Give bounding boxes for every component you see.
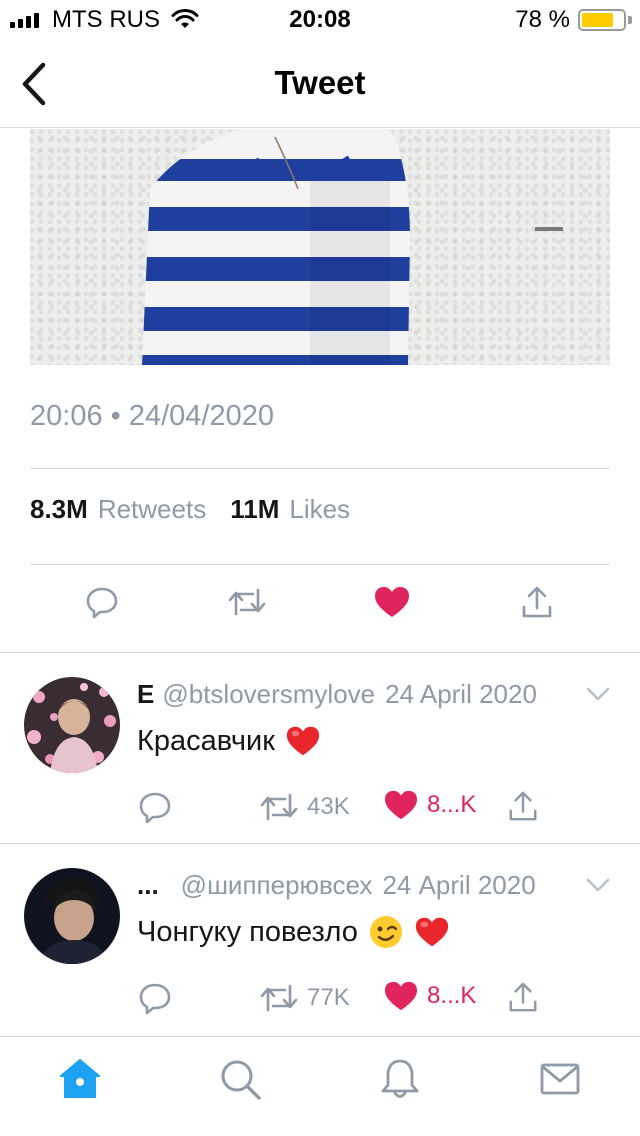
like-button[interactable]: 8...K (383, 980, 476, 1012)
reply-actions: 77K 8...K (137, 980, 557, 1020)
status-bar: MTS RUS 20:08 78 % (0, 0, 640, 40)
tab-messages[interactable] (536, 1055, 584, 1103)
winking-face-emoji (369, 916, 402, 948)
reply-text-content: Красавчик (137, 724, 275, 757)
like-count: 8...K (427, 982, 477, 1009)
tweet-actions (0, 580, 640, 636)
like-button[interactable] (370, 580, 414, 624)
like-icon (385, 790, 417, 820)
retweet-count: 77K (307, 984, 350, 1011)
like-icon (375, 587, 409, 617)
retweet-icon (260, 793, 298, 821)
share-icon (522, 586, 552, 618)
reply-button[interactable] (80, 580, 124, 624)
reply-actions: 43K 8...K (137, 789, 557, 829)
reply-icon (139, 983, 171, 1015)
reply-text: Чонгуку повезло (137, 914, 450, 950)
tab-home[interactable] (56, 1055, 104, 1103)
reply-tweet[interactable]: ... @шипперювсех 24 April 2020 Чонгуку пов… (0, 844, 640, 1034)
battery-tip (628, 16, 632, 24)
likes-label[interactable]: Likes (289, 494, 350, 525)
retweet-icon (260, 984, 298, 1012)
red-heart-emoji (415, 917, 448, 947)
notifications-icon (381, 1059, 419, 1098)
more-options-button[interactable] (586, 687, 610, 706)
messages-icon (540, 1063, 580, 1095)
reply-text-content: Чонгуку повезло (137, 915, 358, 948)
page-title: Tweet (274, 64, 366, 101)
share-button[interactable] (507, 789, 539, 823)
share-icon (509, 982, 537, 1012)
like-icon (385, 981, 417, 1011)
reply-header: E @btsloversmylove 24 April 2020 (137, 679, 537, 710)
share-icon (509, 791, 537, 821)
reply-button[interactable] (137, 980, 173, 1016)
chevron-down-icon (586, 687, 610, 701)
reply-date: 24 April 2020 (385, 679, 537, 709)
battery-percent: 78 % (515, 6, 570, 33)
reply-header: ... @шипперювсех 24 April 2020 (137, 870, 536, 901)
tweet-timestamp: 20:06 • 24/04/2020 (30, 400, 274, 432)
reply-date: 24 April 2020 (382, 870, 536, 900)
reply-icon (139, 792, 171, 824)
share-button[interactable] (507, 980, 539, 1014)
retweet-button[interactable] (225, 580, 269, 624)
retweet-icon (228, 588, 266, 616)
reply-author-name[interactable]: E (137, 679, 154, 709)
chevron-down-icon (586, 878, 610, 892)
like-count: 8...K (427, 791, 477, 818)
reply-author-name[interactable]: ... (137, 870, 159, 900)
search-icon (221, 1060, 261, 1100)
reply-tweet[interactable]: E @btsloversmylove 24 April 2020 Красавчик… (0, 653, 640, 843)
retweets-label[interactable]: Retweets (98, 494, 206, 525)
avatar[interactable] (24, 868, 120, 964)
tweet-stats: 8.3M Retweets 11M Likes (30, 494, 364, 525)
reply-author-handle[interactable]: @шипперювсех (181, 870, 373, 900)
reply-author-handle[interactable]: @btsloversmylove (162, 679, 375, 709)
likes-count[interactable]: 11M (230, 494, 279, 525)
divider (30, 468, 610, 469)
tab-search[interactable] (216, 1055, 264, 1103)
like-button[interactable]: 8...K (383, 789, 476, 821)
retweet-button[interactable]: 43K (259, 789, 350, 825)
avatar[interactable] (24, 677, 120, 773)
retweet-button[interactable]: 77K (259, 980, 350, 1016)
retweet-count: 43K (307, 793, 350, 820)
home-icon (60, 1059, 100, 1098)
tab-notifications[interactable] (376, 1055, 424, 1103)
tab-bar (0, 1036, 640, 1136)
battery-icon (578, 9, 626, 31)
retweets-count[interactable]: 8.3M (30, 494, 88, 525)
divider (30, 564, 610, 565)
share-button[interactable] (515, 580, 559, 624)
reply-button[interactable] (137, 789, 173, 825)
nav-bar: Tweet (0, 40, 640, 128)
reply-text: Красавчик (137, 723, 321, 759)
red-heart-emoji (286, 726, 319, 756)
reply-icon (86, 587, 118, 619)
more-options-button[interactable] (586, 878, 610, 897)
tweet-photo[interactable] (30, 129, 610, 365)
